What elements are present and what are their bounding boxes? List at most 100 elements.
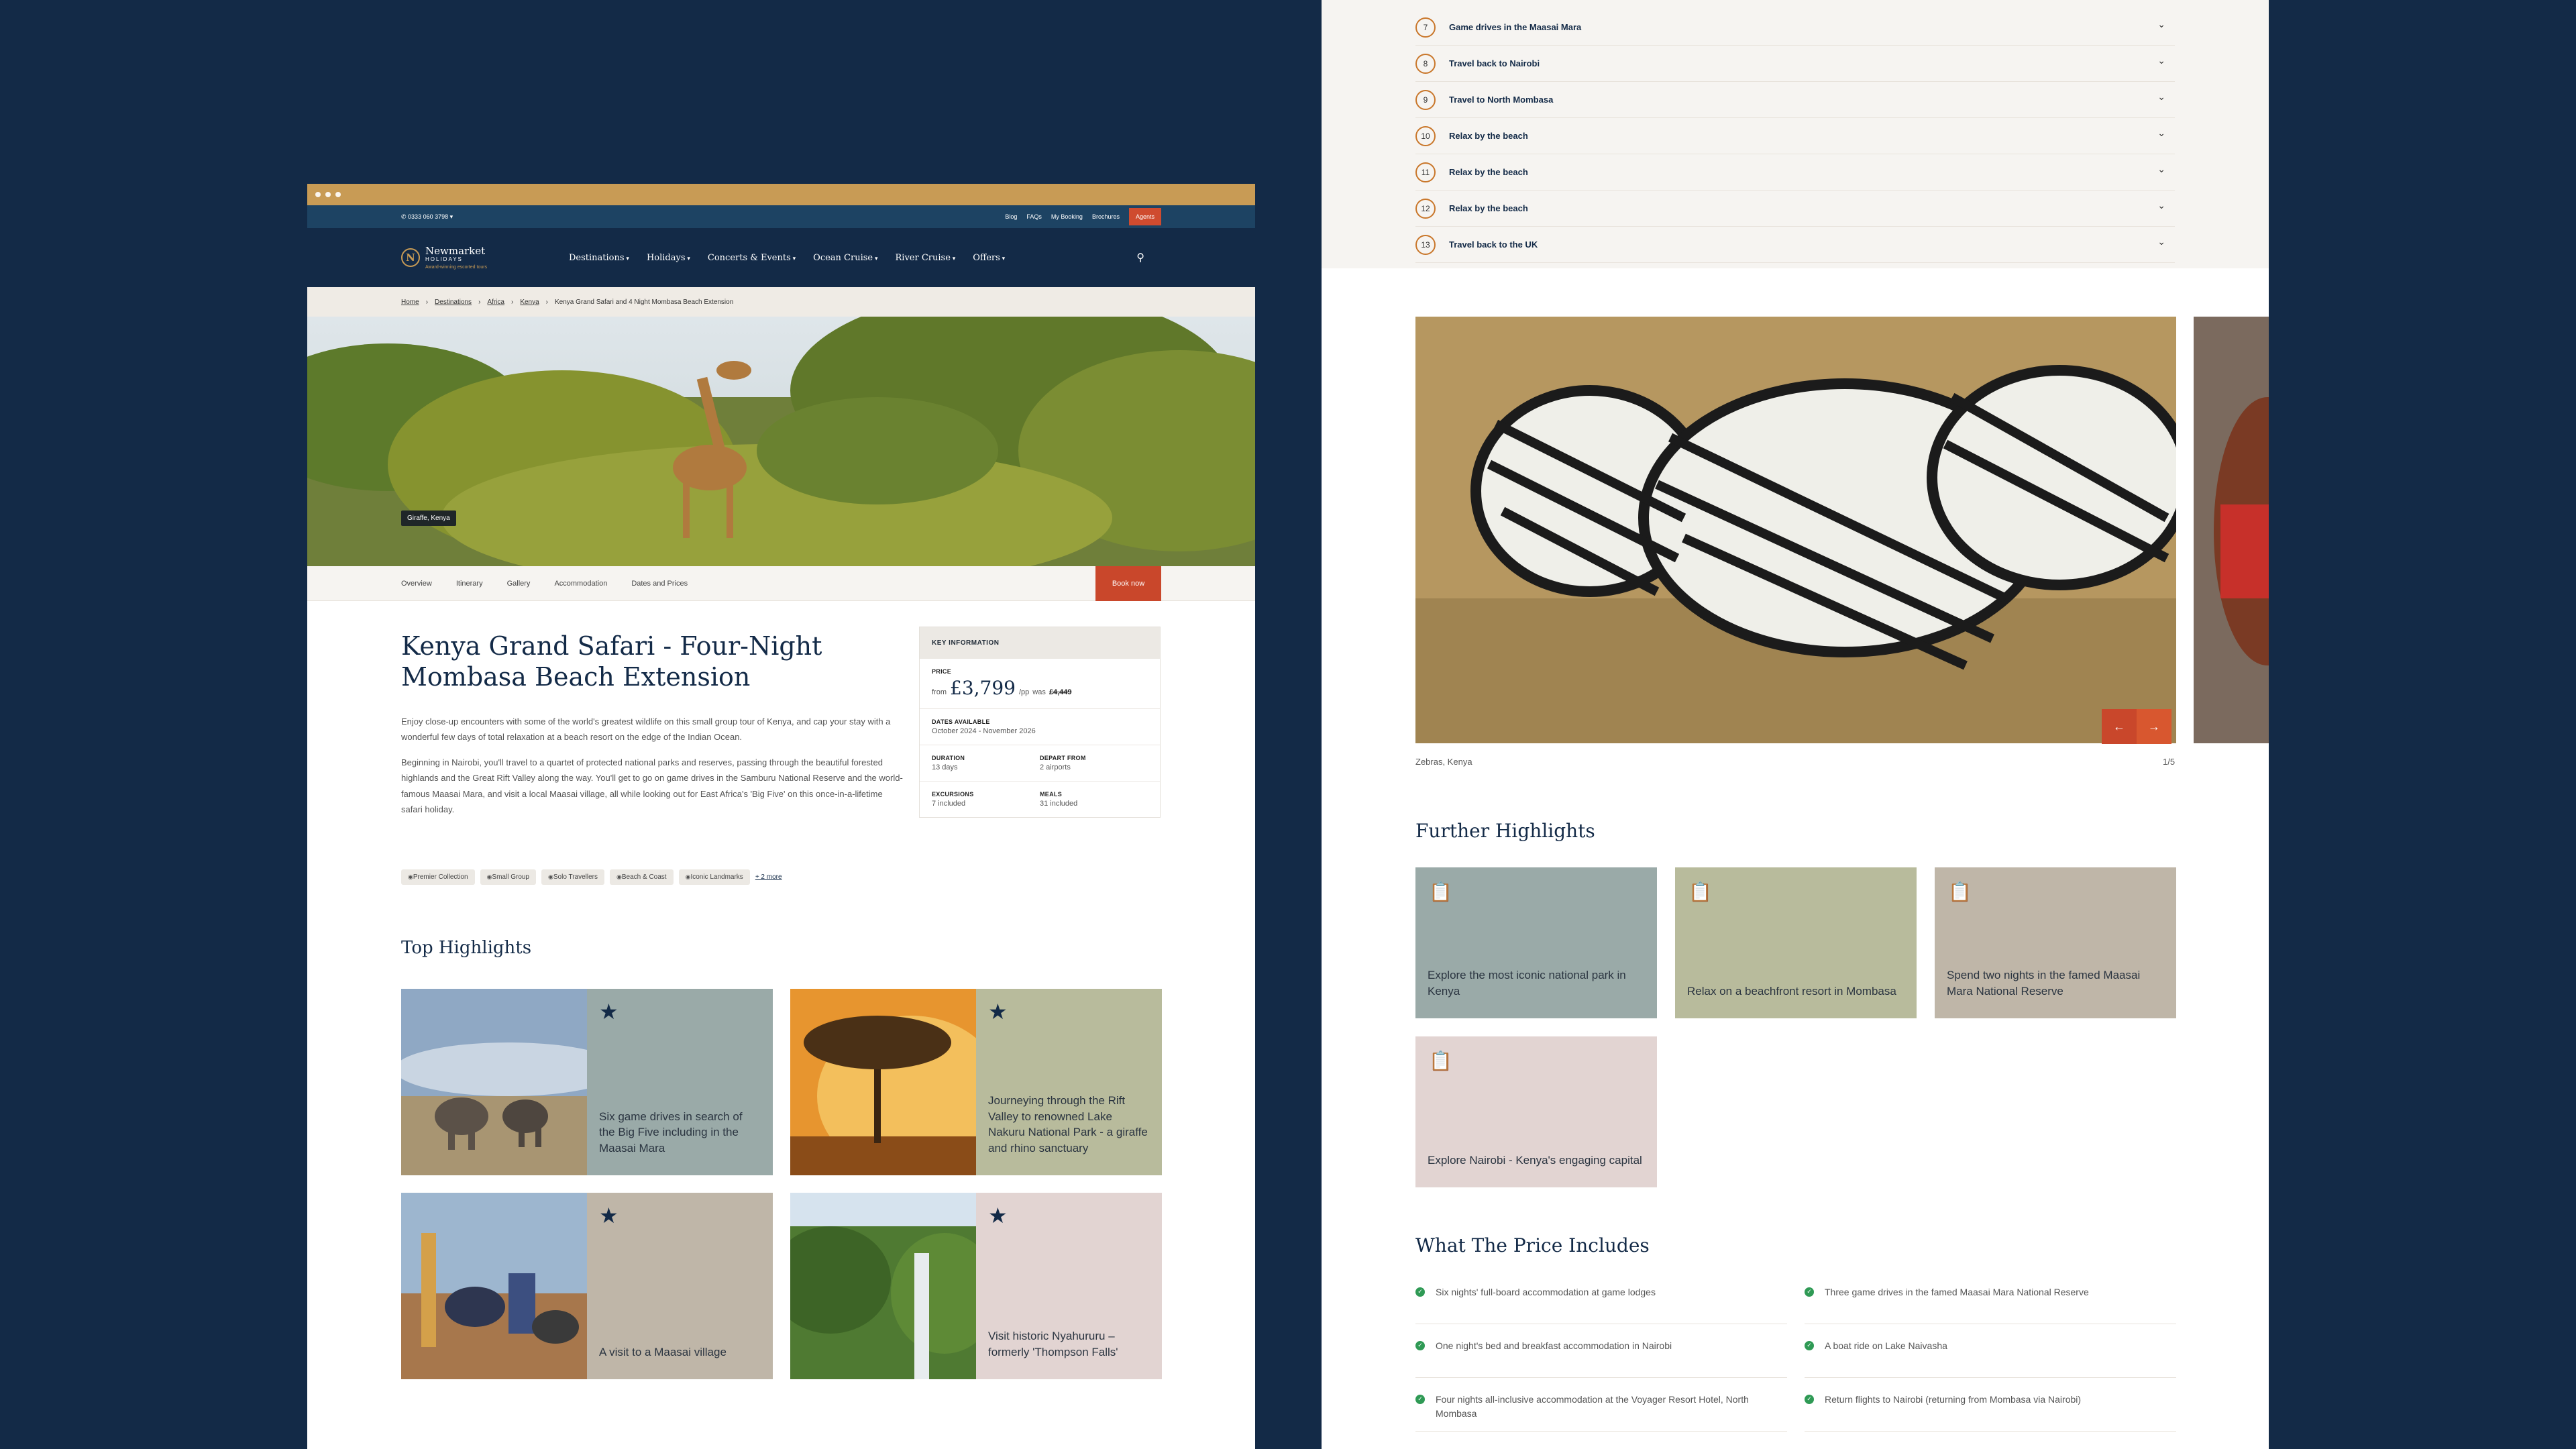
window-dot[interactable] [315, 192, 321, 197]
highlight-text-panel: ★ Visit historic Nyahururu – formerly 'T… [976, 1193, 1162, 1379]
clipboard-icon: 📋 [1429, 1051, 1452, 1071]
top-highlights-grid: ★ Six game drives in search of the Big F… [401, 989, 1162, 1379]
highlight-card[interactable]: ★ Journeying through the Rift Valley to … [790, 989, 1162, 1175]
day-number: 12 [1415, 198, 1436, 219]
breadcrumb-home[interactable]: Home [401, 299, 419, 306]
book-now-button[interactable]: Book now [1095, 566, 1161, 601]
my-booking-link[interactable]: My Booking [1051, 213, 1083, 220]
breadcrumb-kenya[interactable]: Kenya [520, 299, 539, 306]
further-highlight-card[interactable]: 📋 Spend two nights in the famed Maasai M… [1935, 867, 2176, 1018]
price-was-label: was [1032, 688, 1046, 696]
chevron-down-icon[interactable]: ⌄ [2157, 127, 2165, 139]
highlight-text: A visit to a Maasai village [599, 1346, 727, 1359]
further-highlight-card[interactable]: 📋 Explore Nairobi - Kenya's engaging cap… [1415, 1036, 1657, 1187]
price-pp: /pp [1018, 688, 1030, 696]
nav-concerts-events[interactable]: Concerts & Events [708, 253, 796, 263]
tab-accommodation[interactable]: Accommodation [554, 580, 607, 588]
tag-premier-collection[interactable]: Premier Collection [401, 869, 475, 885]
itinerary-day[interactable]: 10 Relax by the beach ⌄ [1415, 118, 2175, 154]
chevron-down-icon[interactable]: ⌄ [2157, 164, 2165, 175]
site-logo[interactable]: N Newmarket HOLIDAYS Award-winning escor… [401, 246, 569, 270]
search-icon[interactable]: ⚲ [1136, 251, 1144, 264]
nav-destinations[interactable]: Destinations [569, 253, 629, 263]
arrow-left-icon[interactable]: ← [2102, 709, 2137, 744]
itinerary-day[interactable]: 8 Travel back to Nairobi ⌄ [1415, 46, 2175, 82]
breadcrumb-africa[interactable]: Africa [487, 299, 504, 306]
highlight-card[interactable]: ★ Visit historic Nyahururu – formerly 'T… [790, 1193, 1162, 1379]
top-highlights-title: Top Highlights [401, 938, 532, 958]
include-text: Three game drives in the famed Maasai Ma… [1825, 1287, 2089, 1297]
utility-bar: ✆ 0333 060 3798 ▾ Blog FAQs My Booking B… [307, 205, 1255, 228]
tab-dates-prices[interactable]: Dates and Prices [631, 580, 688, 588]
arrow-right-icon[interactable]: → [2137, 709, 2171, 744]
price-from: from [932, 688, 947, 696]
meals-label: MEALS [1040, 791, 1062, 798]
nav-river-cruise[interactable]: River Cruise [896, 253, 956, 263]
logo-tagline: Award-winning escorted tours [425, 264, 488, 270]
hero-image: Giraffe, Kenya [307, 317, 1255, 566]
tour-intro: Enjoy close-up encounters with some of t… [401, 714, 904, 817]
price-label: PRICE [932, 668, 952, 675]
breadcrumb: Home › Destinations › Africa › Kenya › K… [307, 287, 1255, 317]
gallery-caption: Zebras, Kenya [1415, 757, 1472, 767]
highlight-text-panel: ★ Journeying through the Rift Valley to … [976, 989, 1162, 1175]
depart-value: 2 airports [1040, 763, 1071, 771]
window-dot[interactable] [335, 192, 341, 197]
itinerary-day[interactable]: 13 Travel back to the UK ⌄ [1415, 227, 2175, 263]
window-dot[interactable] [325, 192, 331, 197]
include-text: A boat ride on Lake Naivasha [1825, 1340, 1947, 1351]
more-tags-link[interactable]: + 2 more [755, 873, 782, 881]
day-title: Travel to North Mombasa [1449, 95, 1554, 105]
intro-paragraph: Enjoy close-up encounters with some of t… [401, 716, 891, 743]
highlight-card[interactable]: ★ Six game drives in search of the Big F… [401, 989, 773, 1175]
itinerary-day[interactable]: 9 Travel to North Mombasa ⌄ [1415, 82, 2175, 118]
chevron-down-icon[interactable]: ⌄ [2157, 236, 2165, 248]
day-number: 10 [1415, 125, 1436, 146]
phone-link[interactable]: ✆ 0333 060 3798 ▾ [401, 213, 453, 221]
itinerary-day[interactable]: 11 Relax by the beach ⌄ [1415, 154, 2175, 191]
itinerary-day[interactable]: 12 Relax by the beach ⌄ [1415, 191, 2175, 227]
nav-holidays[interactable]: Holidays [647, 253, 690, 263]
chevron-down-icon[interactable]: ⌄ [2157, 200, 2165, 211]
further-highlights-grid: 📋 Explore the most iconic national park … [1415, 867, 2176, 1187]
star-icon: ★ [599, 1203, 619, 1228]
blog-link[interactable]: Blog [1005, 213, 1017, 220]
chevron-down-icon[interactable]: ⌄ [2157, 55, 2165, 66]
further-highlight-card[interactable]: 📋 Relax on a beachfront resort in Mombas… [1675, 867, 1917, 1018]
page-title: Kenya Grand Safari - Four-Night Mombasa … [401, 631, 822, 692]
highlight-image-waterfall [790, 1193, 976, 1379]
browser-chrome [307, 184, 1255, 205]
duration-row: DURATION 13 days DEPART FROM 2 airports [920, 745, 1160, 781]
gallery-next-image[interactable] [2194, 317, 2269, 743]
itinerary-day[interactable]: 7 Game drives in the Maasai Mara ⌄ [1415, 9, 2175, 46]
chevron-down-icon[interactable]: ⌄ [2157, 91, 2165, 103]
further-highlight-text: Explore the most iconic national park in… [1428, 969, 1626, 998]
include-text: Return flights to Nairobi (returning fro… [1825, 1394, 2082, 1405]
left-page-screenshot: ✆ 0333 060 3798 ▾ Blog FAQs My Booking B… [307, 184, 1255, 1449]
further-highlight-text: Spend two nights in the famed Maasai Mar… [1947, 969, 2141, 998]
tag-iconic-landmarks[interactable]: Iconic Landmarks [678, 869, 750, 885]
further-highlight-card[interactable]: 📋 Explore the most iconic national park … [1415, 867, 1657, 1018]
duration-label: DURATION [932, 755, 965, 761]
nav-offers[interactable]: Offers [973, 253, 1005, 263]
tab-itinerary[interactable]: Itinerary [456, 580, 483, 588]
star-icon: ★ [988, 1000, 1008, 1024]
agents-button[interactable]: Agents [1128, 208, 1161, 225]
clipboard-icon: 📋 [1429, 881, 1452, 902]
tag-small-group[interactable]: Small Group [480, 869, 536, 885]
tab-overview[interactable]: Overview [401, 580, 432, 588]
nav-menu: Destinations Holidays Concerts & Events … [569, 253, 1005, 263]
tag-beach-coast[interactable]: Beach & Coast [610, 869, 674, 885]
chevron-down-icon[interactable]: ⌄ [2157, 19, 2165, 30]
breadcrumb-destinations[interactable]: Destinations [435, 299, 472, 306]
faqs-link[interactable]: FAQs [1026, 213, 1042, 220]
gallery-main-image[interactable] [1415, 317, 2176, 743]
tag-solo-travellers[interactable]: Solo Travellers [541, 869, 604, 885]
highlight-image-elephants [401, 989, 587, 1175]
dates-value: October 2024 - November 2026 [932, 727, 1036, 735]
nav-ocean-cruise[interactable]: Ocean Cruise [813, 253, 877, 263]
brochures-link[interactable]: Brochures [1092, 213, 1120, 220]
highlight-card[interactable]: ★ A visit to a Maasai village [401, 1193, 773, 1379]
right-page-screenshot: 7 Game drives in the Maasai Mara ⌄ 8 Tra… [1322, 0, 2269, 1449]
tab-gallery[interactable]: Gallery [507, 580, 531, 588]
